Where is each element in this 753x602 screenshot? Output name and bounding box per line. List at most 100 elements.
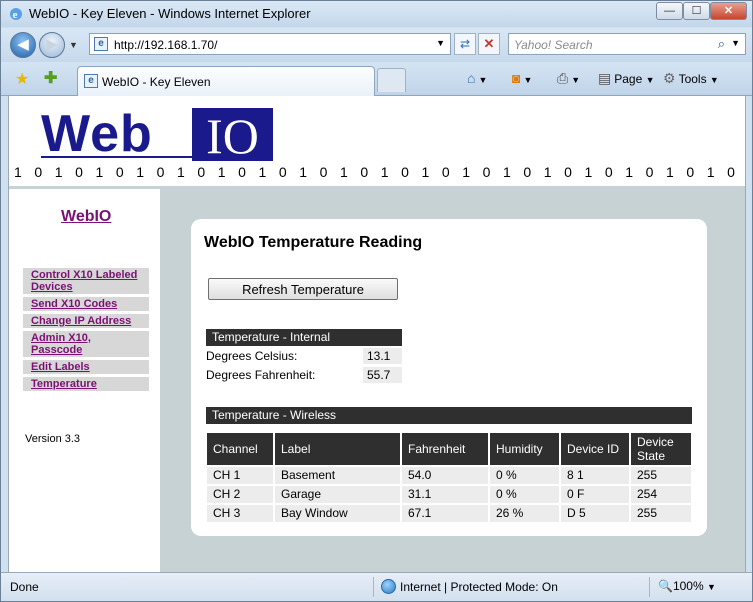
fahrenheit-label: Degrees Fahrenheit:: [206, 368, 316, 382]
cell-label: Bay Window: [275, 505, 400, 522]
cell-device-state: 255: [631, 467, 691, 484]
title-bar: e WebIO - Key Eleven - Windows Internet …: [1, 1, 752, 27]
tab-label: WebIO - Key Eleven: [102, 75, 211, 89]
browser-window: e WebIO - Key Eleven - Windows Internet …: [0, 0, 753, 602]
zoom-level[interactable]: 🔍100% ▼: [658, 579, 716, 593]
sidebar-item-edit-labels[interactable]: Edit Labels: [23, 360, 149, 377]
minimize-button[interactable]: —: [656, 2, 683, 20]
logo-io-text: IO: [192, 108, 273, 164]
address-toolbar: ◀ ▶ ▼ e http://192.168.1.70/ ▼ ⇄ ✕ Yahoo…: [1, 28, 752, 62]
page-icon: e: [84, 74, 98, 88]
column-header: Device State: [631, 433, 691, 465]
cell-channel: CH 1: [207, 467, 273, 484]
cell-humidity: 0 %: [490, 467, 559, 484]
new-tab-button[interactable]: [377, 68, 406, 92]
refresh-icon[interactable]: ⇄: [454, 33, 476, 55]
cell-device-id: 0 F: [561, 486, 629, 503]
refresh-temperature-button[interactable]: Refresh Temperature: [208, 278, 398, 300]
binary-strip: 1 0 1 0 1 0 1 0 1 0 1 0 1 0 1 0 1 0 1 0 …: [14, 164, 745, 180]
cell-fahrenheit: 67.1: [402, 505, 488, 522]
sidebar-item-temperature[interactable]: Temperature: [23, 377, 149, 394]
main-area: WebIO Temperature Reading Refresh Temper…: [160, 189, 745, 572]
cell-device-state: 254: [631, 486, 691, 503]
sidebar-item-admin[interactable]: Admin X10, Passcode: [23, 331, 149, 360]
table-row: CH 1 Basement 54.0 0 % 8 1 255: [207, 467, 691, 484]
home-icon: ⌂: [467, 70, 476, 86]
tab-webio[interactable]: e WebIO - Key Eleven: [77, 66, 375, 96]
status-bar: Done Internet | Protected Mode: On 🔍100%…: [1, 572, 752, 601]
version-text: Version 3.3: [25, 433, 81, 445]
search-icon[interactable]: ⌕: [718, 36, 725, 52]
logo-underline: [41, 156, 273, 158]
table-row: CH 2 Garage 31.1 0 % 0 F 254: [207, 486, 691, 503]
sidebar-menu: Control X10 Labeled Devices Send X10 Cod…: [23, 268, 149, 394]
home-button[interactable]: ⌂ ▼: [467, 70, 487, 88]
tools-menu[interactable]: ⚙ Tools ▼: [663, 70, 719, 88]
page-title: WebIO Temperature Reading: [204, 234, 423, 251]
column-header: Channel: [207, 433, 273, 465]
print-icon: ⎙: [557, 70, 569, 86]
page-menu[interactable]: ▤ Page ▼: [598, 70, 655, 88]
cell-device-id: 8 1: [561, 467, 629, 484]
cell-humidity: 26 %: [490, 505, 559, 522]
cell-fahrenheit: 31.1: [402, 486, 488, 503]
column-header: Device ID: [561, 433, 629, 465]
url-text: http://192.168.1.70/: [114, 38, 218, 52]
forward-button[interactable]: ▶: [39, 32, 65, 58]
page-menu-icon: ▤: [598, 70, 612, 86]
sidebar-brand-link[interactable]: WebIO: [61, 208, 111, 226]
status-divider: [649, 577, 650, 597]
page-content: Web IO 1 0 1 0 1 0 1 0 1 0 1 0 1 0 1 0 1…: [8, 96, 746, 572]
cell-device-id: D 5: [561, 505, 629, 522]
search-options-icon[interactable]: ▼: [731, 38, 740, 48]
internal-section-header: Temperature - Internal: [206, 329, 402, 346]
history-dropdown-icon[interactable]: ▼: [69, 40, 78, 50]
temperature-panel: WebIO Temperature Reading Refresh Temper…: [191, 219, 707, 536]
celsius-value: 13.1: [363, 348, 402, 364]
cell-label: Basement: [275, 467, 400, 484]
search-input[interactable]: Yahoo! Search ⌕ ▼: [508, 33, 746, 55]
stop-icon[interactable]: ✕: [478, 33, 500, 55]
close-button[interactable]: ✕: [710, 2, 747, 20]
sidebar: WebIO Control X10 Labeled Devices Send X…: [9, 189, 160, 572]
feeds-button[interactable]: ◙ ▼: [512, 70, 532, 88]
cell-channel: CH 3: [207, 505, 273, 522]
status-text: Done: [10, 580, 39, 594]
search-placeholder: Yahoo! Search: [514, 38, 593, 52]
svg-text:e: e: [13, 9, 18, 21]
feeds-icon: ◙: [512, 70, 521, 86]
sidebar-item-control-x10[interactable]: Control X10 Labeled Devices: [23, 268, 149, 297]
ie-logo-icon: e: [10, 8, 22, 21]
wireless-section-header: Temperature - Wireless: [206, 407, 692, 424]
gear-icon: ⚙: [663, 70, 676, 86]
maximize-button[interactable]: ☐: [683, 2, 710, 20]
page-icon: e: [94, 37, 108, 51]
column-header: Label: [275, 433, 400, 465]
print-button[interactable]: ⎙ ▼: [557, 70, 580, 88]
webio-header: Web IO 1 0 1 0 1 0 1 0 1 0 1 0 1 0 1 0 1…: [9, 96, 745, 189]
column-header: Humidity: [490, 433, 559, 465]
table-header-row: Channel Label Fahrenheit Humidity Device…: [207, 433, 691, 465]
column-header: Fahrenheit: [402, 433, 488, 465]
cell-device-state: 255: [631, 505, 691, 522]
celsius-label: Degrees Celsius:: [206, 349, 298, 363]
cell-label: Garage: [275, 486, 400, 503]
window-title: WebIO - Key Eleven - Windows Internet Ex…: [29, 6, 311, 21]
chevron-down-icon[interactable]: ▼: [436, 38, 445, 48]
cell-humidity: 0 %: [490, 486, 559, 503]
fahrenheit-value: 55.7: [363, 367, 402, 383]
sidebar-item-send-x10[interactable]: Send X10 Codes: [23, 297, 149, 314]
table-row: CH 3 Bay Window 67.1 26 % D 5 255: [207, 505, 691, 522]
internet-zone-icon: [381, 579, 396, 594]
security-zone-text[interactable]: Internet | Protected Mode: On: [400, 580, 558, 594]
address-bar[interactable]: e http://192.168.1.70/ ▼: [89, 33, 451, 55]
logo-web-text: Web: [41, 105, 153, 163]
favorites-star-icon[interactable]: ★: [15, 69, 29, 89]
wireless-table: Channel Label Fahrenheit Humidity Device…: [205, 431, 693, 524]
back-button[interactable]: ◀: [10, 32, 36, 58]
cell-channel: CH 2: [207, 486, 273, 503]
sidebar-item-change-ip[interactable]: Change IP Address: [23, 314, 149, 331]
tab-bar: ★ ✚ e WebIO - Key Eleven ⌂ ▼ ◙ ▼ ⎙ ▼ ▤ Page …: [1, 62, 752, 96]
status-divider: [373, 577, 374, 597]
add-favorite-icon[interactable]: ✚: [44, 68, 57, 88]
